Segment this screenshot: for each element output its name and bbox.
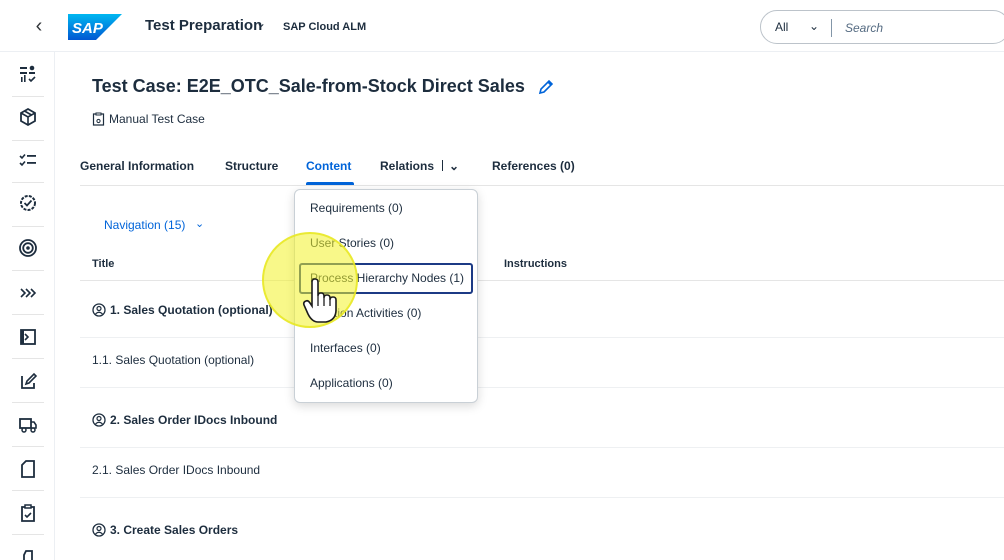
nav-divider: [12, 534, 44, 535]
hand-cursor-icon: [302, 278, 337, 323]
truck-icon[interactable]: [12, 410, 44, 440]
clipboard-icon: [92, 112, 105, 126]
chevron-down-icon[interactable]: ⌄: [256, 16, 266, 30]
person-icon: [92, 523, 106, 537]
chevron-down-icon[interactable]: ⌄: [195, 217, 204, 230]
edit-box-icon[interactable]: [12, 366, 44, 396]
search-divider: [831, 19, 832, 37]
test-case-type: Manual Test Case: [92, 112, 205, 126]
sap-logo[interactable]: SAP: [68, 14, 122, 40]
row-label: 2.1. Sales Order IDocs Inbound: [92, 463, 260, 477]
column-header-instructions: Instructions: [504, 258, 567, 270]
shell-bar: ‹ SAP Test Preparation ⌄ SAP Cloud ALM A…: [0, 0, 1004, 52]
row-label: 2. Sales Order IDocs Inbound: [92, 413, 277, 427]
search-input[interactable]: [845, 19, 995, 37]
nav-divider: [12, 182, 44, 183]
pencil-icon[interactable]: [537, 78, 555, 96]
overview-icon[interactable]: [12, 59, 44, 89]
more-icon[interactable]: [12, 542, 44, 560]
navigation-dropdown[interactable]: Navigation (15): [104, 218, 185, 232]
nav-divider: [12, 314, 44, 315]
page-title: Test Case: E2E_OTC_Sale-from-Stock Direc…: [92, 76, 525, 96]
cube-icon[interactable]: [12, 102, 44, 132]
tab-relations-label: Relations: [380, 159, 435, 173]
table-row[interactable]: 1. Sales Quotation (optional): [80, 284, 1004, 338]
tab-references[interactable]: References (0): [492, 159, 575, 173]
document-code-icon[interactable]: [12, 322, 44, 352]
row-label: 1.1. Sales Quotation (optional): [92, 353, 254, 367]
column-header-title: Title: [92, 258, 115, 270]
row-text: 3. Create Sales Orders: [110, 523, 239, 537]
tab-bar: General Information Structure Content Re…: [80, 150, 1004, 186]
back-icon[interactable]: ‹: [27, 13, 51, 39]
target-icon[interactable]: [12, 233, 44, 263]
table-row[interactable]: 1.1. Sales Quotation (optional): [80, 334, 1004, 388]
table-header-divider: [80, 280, 1004, 281]
tab-content[interactable]: Content: [306, 159, 351, 173]
page-icon[interactable]: [12, 454, 44, 484]
row-text: 1. Sales Quotation (optional): [110, 303, 273, 317]
menu-item-requirements[interactable]: Requirements (0): [299, 193, 473, 224]
menu-item-applications[interactable]: Applications (0): [299, 368, 473, 399]
table-row[interactable]: 3. Create Sales Orders: [80, 504, 1004, 558]
product-name: SAP Cloud ALM: [283, 21, 367, 33]
nav-divider: [12, 96, 44, 97]
chevrons-right-icon[interactable]: [12, 278, 44, 308]
nav-divider: [12, 226, 44, 227]
side-navigation: [0, 52, 55, 560]
nav-divider: [12, 490, 44, 491]
table-row[interactable]: 2. Sales Order IDocs Inbound: [80, 394, 1004, 448]
row-label: 1. Sales Quotation (optional): [92, 303, 273, 317]
row-text: 2.1. Sales Order IDocs Inbound: [92, 463, 261, 477]
tab-general-information[interactable]: General Information: [80, 159, 194, 173]
gear-check-icon[interactable]: [12, 188, 44, 218]
search-scope-select[interactable]: All: [775, 20, 788, 34]
tab-structure[interactable]: Structure: [225, 159, 278, 173]
test-case-type-label: Manual Test Case: [109, 112, 205, 126]
chevron-down-icon[interactable]: ⌄: [809, 19, 819, 33]
person-icon: [92, 303, 106, 317]
nav-divider: [12, 358, 44, 359]
nav-divider: [12, 270, 44, 271]
app-title[interactable]: Test Preparation: [145, 17, 262, 34]
row-text: 1.1. Sales Quotation (optional): [92, 353, 255, 367]
row-label: 3. Create Sales Orders: [92, 523, 238, 537]
active-tab-indicator: [306, 182, 354, 185]
nav-divider: [12, 140, 44, 141]
table-row[interactable]: 2.1. Sales Order IDocs Inbound: [80, 444, 1004, 498]
svg-text:SAP: SAP: [72, 20, 104, 37]
search-field: All ⌄: [760, 10, 1004, 44]
clipboard-check-icon[interactable]: [12, 498, 44, 528]
row-text: 2. Sales Order IDocs Inbound: [110, 413, 278, 427]
checklist-icon[interactable]: [12, 145, 44, 175]
tab-relations[interactable]: Relations ⌄: [380, 159, 459, 173]
person-icon: [92, 413, 106, 427]
menu-item-interfaces[interactable]: Interfaces (0): [299, 333, 473, 364]
nav-divider: [12, 402, 44, 403]
tab-divider: [442, 160, 444, 171]
nav-divider: [12, 446, 44, 447]
chevron-down-icon[interactable]: ⌄: [449, 159, 459, 173]
